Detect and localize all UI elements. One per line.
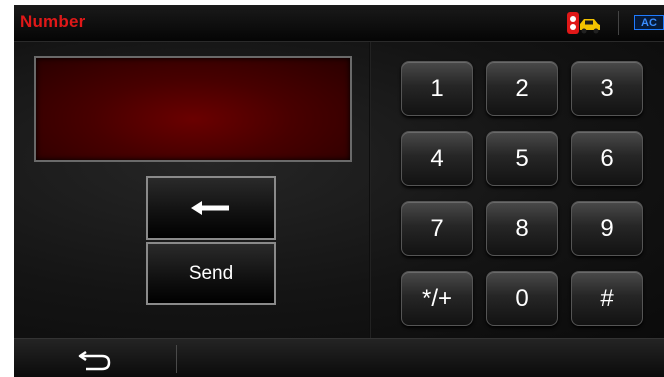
backspace-button[interactable]: [146, 176, 276, 240]
key-7-label: 7: [430, 214, 444, 242]
status-divider: [618, 11, 619, 35]
key-4[interactable]: 4: [401, 131, 473, 186]
return-arrow-icon: [78, 350, 111, 371]
key-8-label: 8: [515, 214, 529, 242]
return-button[interactable]: [54, 341, 164, 377]
title-bar: Number AC: [14, 5, 664, 42]
send-button-label: Send: [188, 262, 234, 284]
key-1-label: 1: [430, 74, 444, 102]
key-1[interactable]: 1: [401, 61, 473, 116]
bottom-bar: [14, 338, 664, 377]
key-7[interactable]: 7: [401, 201, 473, 256]
car-warning-icon: [567, 12, 600, 34]
page-title: Number: [20, 12, 86, 31]
key-0-label: 0: [515, 284, 529, 312]
key-2-label: 2: [515, 74, 529, 102]
ac-status-badge: AC: [634, 15, 664, 30]
key-hash[interactable]: #: [571, 271, 643, 326]
key-2[interactable]: 2: [486, 61, 558, 116]
send-button[interactable]: Send: [146, 242, 276, 305]
left-arrow-icon: [191, 201, 229, 215]
key-star-plus-label: */+: [421, 284, 453, 312]
key-9-label: 9: [600, 214, 614, 242]
key-8[interactable]: 8: [486, 201, 558, 256]
key-0[interactable]: 0: [486, 271, 558, 326]
app-frame: Number AC Send 1 2 3 4 5 6 7 8 9 */+ 0 #: [0, 0, 664, 377]
key-9[interactable]: 9: [571, 201, 643, 256]
dialer-panel: Send 1 2 3 4 5 6 7 8 9 */+ 0 #: [14, 42, 664, 338]
key-6-label: 6: [600, 144, 614, 172]
key-3[interactable]: 3: [571, 61, 643, 116]
key-6[interactable]: 6: [571, 131, 643, 186]
key-hash-label: #: [600, 284, 614, 312]
key-4-label: 4: [430, 144, 444, 172]
screen: Number AC Send 1 2 3 4 5 6 7 8 9 */+ 0 #: [14, 5, 664, 377]
key-5-label: 5: [515, 144, 529, 172]
panel-divider: [369, 42, 371, 338]
key-3-label: 3: [600, 74, 614, 102]
number-display: [34, 56, 352, 162]
key-5[interactable]: 5: [486, 131, 558, 186]
bottom-divider: [176, 345, 177, 373]
key-star-plus[interactable]: */+: [401, 271, 473, 326]
